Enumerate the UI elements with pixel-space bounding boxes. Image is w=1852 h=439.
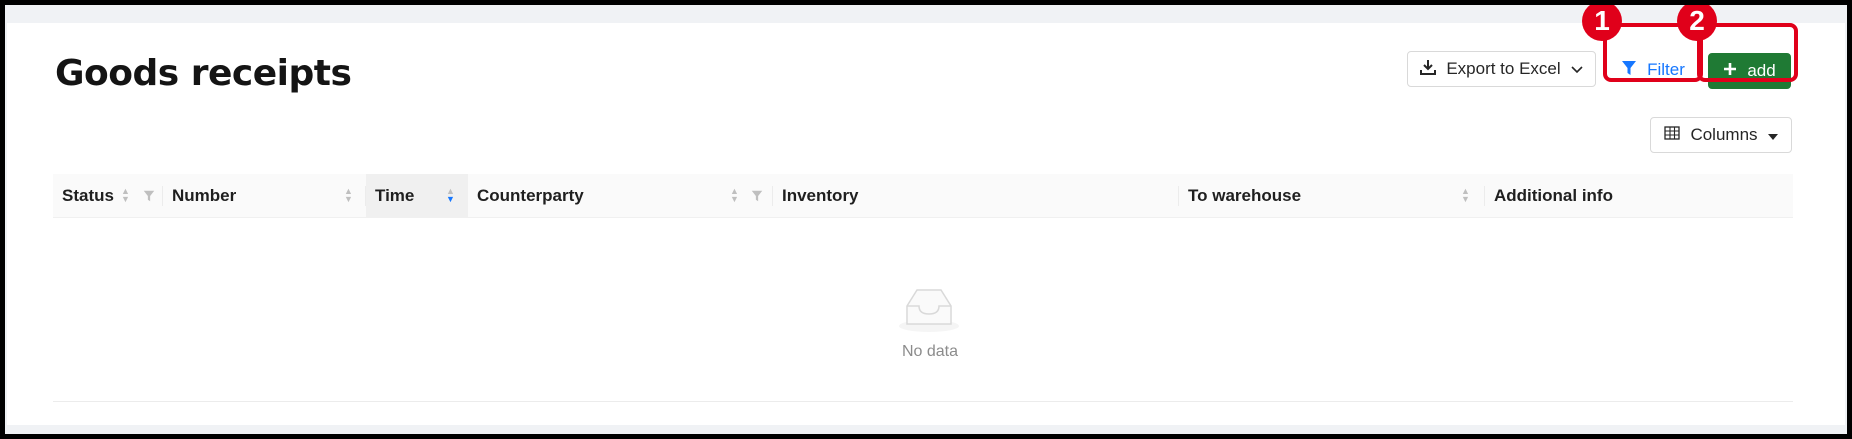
sort-icon[interactable]: ▲ ▼: [730, 187, 739, 204]
column-label: Counterparty: [477, 186, 584, 205]
column-header-counterparty[interactable]: Counterparty ▲ ▼: [468, 174, 773, 218]
content-panel: Goods receipts Export to Excel Filter ad…: [7, 23, 1845, 425]
column-label: Status: [62, 186, 114, 205]
export-to-excel-button[interactable]: Export to Excel: [1407, 51, 1596, 87]
download-icon: [1420, 59, 1437, 80]
table-header: Status ▲ ▼ Number ▲ ▼ Time ▲ ▼ Counterparty…: [53, 174, 1793, 218]
table-bottom-divider: [53, 401, 1793, 402]
empty-inbox-icon: [899, 289, 959, 332]
filter-icon[interactable]: [143, 190, 155, 202]
chevron-down-icon: [1571, 59, 1583, 79]
table-icon: [1664, 125, 1681, 145]
column-header-inventory[interactable]: Inventory: [773, 174, 1179, 218]
sort-icon[interactable]: ▲ ▼: [121, 187, 130, 204]
columns-label: Columns: [1690, 125, 1758, 144]
empty-state-text: No data: [901, 343, 959, 360]
column-header-number[interactable]: Number ▲ ▼: [163, 174, 366, 218]
column-header-time[interactable]: Time ▲ ▼: [366, 174, 468, 218]
sort-icon[interactable]: ▲ ▼: [1461, 187, 1470, 204]
sort-icon[interactable]: ▲ ▼: [344, 187, 353, 204]
page-title: Goods receipts: [55, 53, 352, 94]
column-label: To warehouse: [1188, 186, 1302, 205]
column-label: Number: [172, 186, 237, 205]
sort-icon[interactable]: ▲ ▼: [446, 187, 455, 204]
column-header-to-warehouse[interactable]: To warehouse ▲ ▼: [1179, 174, 1485, 218]
column-header-additional-info[interactable]: Additional info: [1485, 174, 1793, 218]
column-label: Time: [375, 186, 415, 205]
filter-icon[interactable]: [751, 190, 763, 202]
export-label: Export to Excel: [1446, 59, 1561, 78]
column-label: Inventory: [782, 186, 859, 205]
column-header-status[interactable]: Status ▲ ▼: [53, 174, 163, 218]
column-label: Additional info: [1494, 186, 1613, 205]
columns-button[interactable]: Columns: [1650, 117, 1792, 153]
app-frame: Goods receipts Export to Excel Filter ad…: [5, 5, 1847, 434]
caret-down-icon: [1767, 125, 1778, 145]
